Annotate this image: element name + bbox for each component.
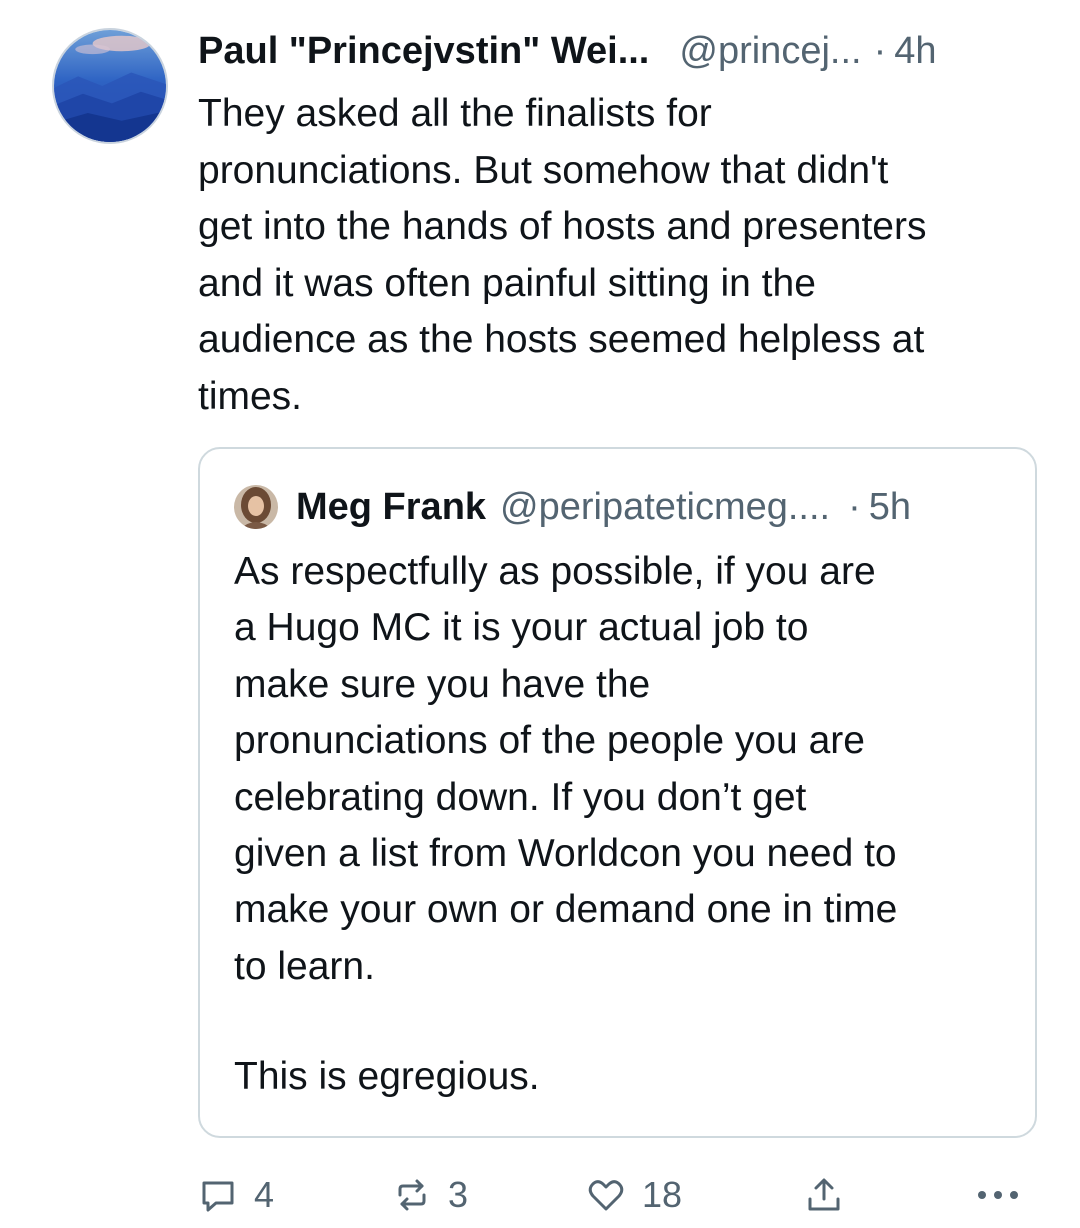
quoted-post-timestamp[interactable]: 5h: [869, 481, 911, 533]
quoted-author-name[interactable]: Meg Frank: [296, 481, 486, 533]
post-actions-bar: 4 3 18: [0, 1160, 1080, 1228]
author-handle[interactable]: @princej...: [679, 26, 861, 76]
like-count: 18: [642, 1174, 683, 1215]
post-card[interactable]: Paul "Princejvstin" Wei... @princej... ·…: [0, 0, 1080, 1228]
quoted-post-header: Meg Frank @peripateticmeg.... · 5h: [296, 481, 1016, 533]
author-avatar[interactable]: [52, 28, 168, 144]
post-header: Paul "Princejvstin" Wei... @princej... ·…: [198, 26, 1048, 76]
header-separator: ·: [873, 30, 887, 72]
share-button[interactable]: [804, 1172, 844, 1218]
quoted-author-handle[interactable]: @peripateticmeg....: [500, 481, 830, 533]
more-options-button[interactable]: [974, 1172, 1022, 1218]
person-photo-avatar-icon: [234, 485, 278, 529]
quoted-post-body-closing: This is egregious.: [234, 1055, 540, 1098]
post-timestamp[interactable]: 4h: [894, 26, 936, 76]
post-body: They asked all the finalists for pronunc…: [198, 92, 927, 418]
like-button[interactable]: 18: [586, 1172, 682, 1218]
mountain-landscape-avatar-icon: [54, 30, 166, 142]
reply-icon: [202, 1181, 234, 1212]
quoted-author-avatar[interactable]: [234, 485, 278, 529]
more-icon: [978, 1191, 1018, 1199]
reply-button[interactable]: 4: [198, 1172, 274, 1218]
like-icon: [588, 1180, 624, 1211]
repost-icon: [398, 1179, 426, 1211]
reply-count: 4: [254, 1174, 275, 1215]
share-icon: [808, 1178, 840, 1211]
author-name[interactable]: Paul "Princejvstin" Wei...: [198, 26, 649, 76]
quoted-post[interactable]: Meg Frank @peripateticmeg.... · 5h As re…: [198, 447, 1037, 1138]
quoted-header-separator: ·: [848, 486, 861, 528]
repost-count: 3: [448, 1174, 469, 1215]
repost-button[interactable]: 3: [392, 1172, 468, 1218]
quoted-post-body: As respectfully as possible, if you are …: [234, 550, 898, 988]
